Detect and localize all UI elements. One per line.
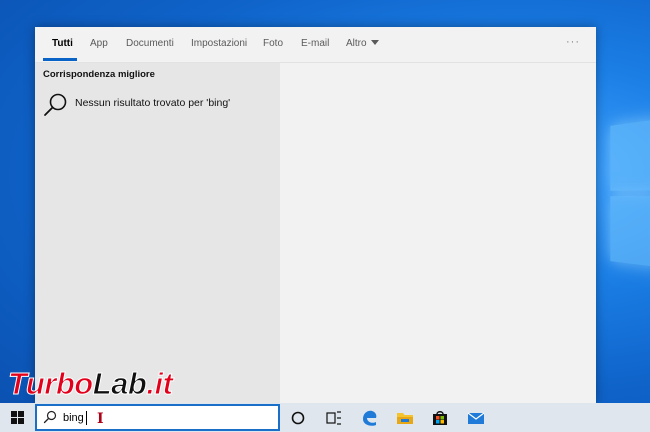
watermark-part-turbo: Turbo	[8, 366, 94, 402]
tab-email[interactable]: E-mail	[301, 38, 329, 49]
best-match-heading: Corrispondenza migliore	[43, 69, 155, 80]
text-caret	[86, 411, 87, 425]
turbolab-watermark-logo: TurboLab.it	[2, 366, 242, 406]
active-tab-indicator	[43, 58, 77, 61]
preview-pane	[280, 63, 596, 403]
mail-icon[interactable]	[466, 408, 486, 428]
more-options-button[interactable]: ···	[566, 36, 580, 48]
windows-logo-wallpaper	[610, 108, 650, 288]
tab-documenti[interactable]: Documenti	[126, 38, 174, 49]
taskbar: bing I	[0, 403, 650, 432]
results-pane: Corrispondenza migliore Nessun risultato…	[35, 63, 280, 403]
tab-altro[interactable]: Altro	[346, 38, 379, 49]
store-icon[interactable]	[430, 408, 450, 428]
tab-foto[interactable]: Foto	[263, 38, 283, 49]
no-result-row[interactable]: Nessun risultato trovato per 'bing'	[37, 89, 278, 119]
tab-tutti[interactable]: Tutti	[52, 38, 73, 49]
search-filter-tabs: Tutti App Documenti Impostazioni Foto E-…	[35, 27, 596, 63]
tab-impostazioni[interactable]: Impostazioni	[191, 38, 247, 49]
edge-icon[interactable]	[360, 408, 380, 428]
watermark-part-it: .it	[146, 366, 174, 402]
file-explorer-icon[interactable]	[395, 408, 415, 428]
search-flyout: Tutti App Documenti Impostazioni Foto E-…	[35, 27, 596, 403]
taskbar-search-input[interactable]: bing I	[35, 404, 280, 431]
search-query-text: bing	[63, 412, 84, 424]
cortana-icon[interactable]	[288, 408, 308, 428]
search-icon	[43, 410, 57, 424]
windows-start-icon	[11, 411, 24, 424]
task-view-icon[interactable]	[324, 408, 344, 428]
tab-app[interactable]: App	[90, 38, 108, 49]
search-icon	[44, 93, 67, 116]
start-button[interactable]	[0, 403, 35, 432]
no-result-text: Nessun risultato trovato per 'bing'	[75, 97, 231, 109]
tab-altro-label: Altro	[346, 38, 367, 49]
chevron-down-icon	[370, 40, 379, 45]
ibeam-cursor-icon: I	[97, 411, 104, 427]
watermark-part-lab: Lab	[92, 366, 147, 402]
